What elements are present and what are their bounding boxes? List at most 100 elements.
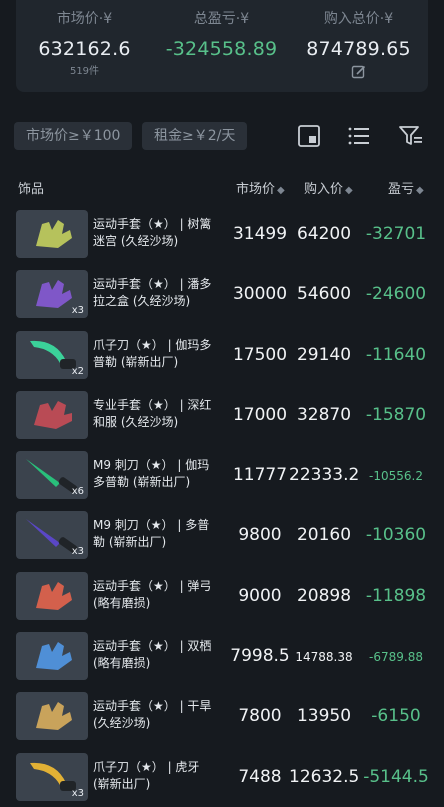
profit-cell: -10360 (365, 525, 427, 546)
market-price-cell: 31499 (232, 224, 288, 244)
profit-cell: -6150 (371, 706, 421, 727)
purchase-total-stat: 购入总价·¥ 874789.65 (290, 8, 427, 80)
item-thumbnail (16, 632, 88, 681)
portfolio-summary-card: 市场价·¥ 632162.6 519件 总盈亏·¥ -324558.89 购入总… (16, 0, 428, 92)
edit-icon[interactable] (351, 64, 367, 80)
item-name: 运动手套（★） | 双栖 (略有磨损) (93, 639, 212, 671)
profit-cell: -32701 (365, 224, 427, 244)
buy-price-cell: 20898 (296, 585, 352, 606)
table-row[interactable]: 专业手套（★） | 深红和服 (久经沙场) 17000 32870 -15870 (0, 385, 444, 445)
buy-price-cell: 12632.5 (289, 766, 360, 787)
table-row[interactable]: 运动手套（★） | 干旱 (久经沙场) 7800 13950 -6150 (0, 686, 444, 746)
glove-icon (36, 581, 72, 610)
item-thumbnail (16, 571, 88, 620)
header-profit[interactable]: 盈亏 ◆ (388, 178, 424, 197)
quantity-badge: x3 (71, 787, 84, 799)
market-price-cell: 7800 (238, 706, 282, 727)
item-thumbnail (16, 390, 88, 439)
market-price-cell: 9800 (238, 525, 282, 546)
market-value-stat: 市场价·¥ 632162.6 519件 (16, 8, 153, 77)
item-thumbnail: x3 (16, 270, 88, 319)
item-thumbnail: x3 (16, 511, 88, 560)
item-name: 专业手套（★） | 深红和服 (久经沙场) (93, 397, 212, 429)
item-thumbnail (16, 210, 88, 258)
header-buy-price[interactable]: 购入价 ◆ (304, 178, 353, 197)
sort-icon: ◆ (416, 185, 424, 196)
table-row[interactable]: x3 M9 刺刀（★） | 多普勒 (崭新出厂) 9800 20160 -103… (0, 505, 444, 565)
header-market-price[interactable]: 市场价 ◆ (236, 178, 285, 197)
glove-icon (36, 220, 72, 248)
header-market-label: 市场价 (236, 182, 276, 197)
market-price-cell: 17000 (232, 404, 288, 425)
table-row[interactable]: 运动手套（★） | 树篱迷宫 (久经沙场) 31499 64200 -32701 (0, 204, 444, 264)
item-list: 运动手套（★） | 树篱迷宫 (久经沙场) 31499 64200 -32701… (0, 204, 444, 807)
total-profit-value: -324558.89 (165, 38, 278, 60)
item-name: M9 刺刀（★） | 伽玛多普勒 (崭新出厂) (93, 458, 210, 490)
table-row[interactable]: 运动手套（★） | 弹弓 (略有磨损) 9000 20898 -11898 (0, 566, 444, 626)
item-name: 爪子刀（★） | 虎牙 (崭新出厂) (93, 759, 200, 791)
header-buy-label: 购入价 (304, 182, 344, 197)
item-name: 爪子刀（★） | 伽玛多普勒 (崭新出厂) (93, 337, 212, 369)
table-row[interactable]: x2 爪子刀（★） | 伽玛多普勒 (崭新出厂) 17500 29140 -11… (0, 325, 444, 385)
header-profit-label: 盈亏 (388, 182, 415, 197)
glove-icon (34, 400, 72, 429)
market-price-cell: 7488 (238, 766, 282, 787)
buy-price-cell: 22333.2 (289, 465, 360, 486)
quantity-badge: x3 (71, 546, 84, 558)
item-count: 519件 (69, 66, 100, 77)
list-icon[interactable] (346, 124, 372, 148)
quantity-badge: x2 (71, 365, 84, 377)
rent-filter-chip[interactable]: 租金≥￥2/天 (142, 122, 248, 150)
market-price-filter-chip[interactable]: 市场价≥￥100 (14, 122, 133, 150)
market-value-label: 市场价·¥ (56, 11, 113, 27)
market-price-cell: 7998.5 (230, 646, 290, 667)
purchase-total-value: 874789.65 (306, 38, 411, 60)
buy-price-cell: 13950 (296, 706, 352, 727)
buy-price-cell: 64200 (296, 224, 352, 244)
buy-price-cell: 14788.38 (295, 650, 353, 665)
table-row[interactable]: x3 运动手套（★） | 潘多拉之盒 (久经沙场) 30000 54600 -2… (0, 264, 444, 324)
market-price-cell: 9000 (238, 585, 282, 606)
item-name: 运动手套（★） | 树篱迷宫 (久经沙场) (93, 217, 212, 248)
market-price-cell: 11777 (232, 465, 288, 486)
table-row[interactable]: 运动手套（★） | 双栖 (略有磨损) 7998.5 14788.38 -678… (0, 626, 444, 686)
market-price-cell: 30000 (232, 284, 288, 305)
table-header: 饰品 市场价 ◆ 购入价 ◆ 盈亏 ◆ (0, 176, 444, 198)
profit-cell: -6789.88 (369, 650, 423, 665)
quantity-badge: x3 (71, 305, 84, 317)
quantity-badge: x6 (71, 486, 84, 498)
item-thumbnail: x6 (16, 451, 88, 500)
total-profit-stat: 总盈亏·¥ -324558.89 (153, 8, 290, 60)
item-thumbnail (16, 692, 88, 741)
buy-price-cell: 29140 (296, 344, 352, 365)
item-thumbnail: x3 (16, 752, 88, 801)
market-price-cell: 17500 (232, 344, 288, 365)
sort-icon: ◆ (277, 185, 285, 196)
header-item: 饰品 (18, 182, 45, 197)
sort-icon: ◆ (345, 185, 353, 196)
buy-price-cell: 32870 (296, 404, 352, 425)
total-profit-label: 总盈亏·¥ (193, 11, 250, 27)
market-value: 632162.6 (38, 38, 131, 60)
item-name: 运动手套（★） | 弹弓 (略有磨损) (93, 578, 212, 610)
item-thumbnail: x2 (16, 330, 88, 379)
glove-icon (36, 642, 72, 671)
profit-cell: -11640 (365, 344, 427, 365)
buy-price-cell: 54600 (296, 284, 352, 305)
buy-price-cell: 20160 (296, 525, 352, 546)
profit-cell: -5144.5 (363, 766, 429, 787)
view-toggle-icon[interactable] (296, 124, 322, 148)
profit-cell: -15870 (365, 404, 427, 425)
table-row[interactable]: x6 M9 刺刀（★） | 伽玛多普勒 (崭新出厂) 11777 22333.2… (0, 445, 444, 505)
purchase-total-label: 购入总价·¥ (323, 11, 394, 27)
profit-cell: -10556.2 (369, 469, 423, 484)
profit-cell: -24600 (365, 284, 427, 305)
item-name: M9 刺刀（★） | 多普勒 (崭新出厂) (93, 518, 210, 550)
filter-icon[interactable] (398, 124, 424, 148)
filter-bar: 市场价≥￥100 租金≥￥2/天 (14, 120, 430, 152)
profit-cell: -11898 (365, 585, 427, 606)
item-name: 运动手套（★） | 潘多拉之盒 (久经沙场) (93, 277, 212, 309)
glove-icon (36, 702, 72, 731)
item-name: 运动手套（★） | 干旱 (久经沙场) (93, 699, 212, 731)
table-row[interactable]: x3 爪子刀（★） | 虎牙 (崭新出厂) 7488 12632.5 -5144… (0, 747, 444, 807)
